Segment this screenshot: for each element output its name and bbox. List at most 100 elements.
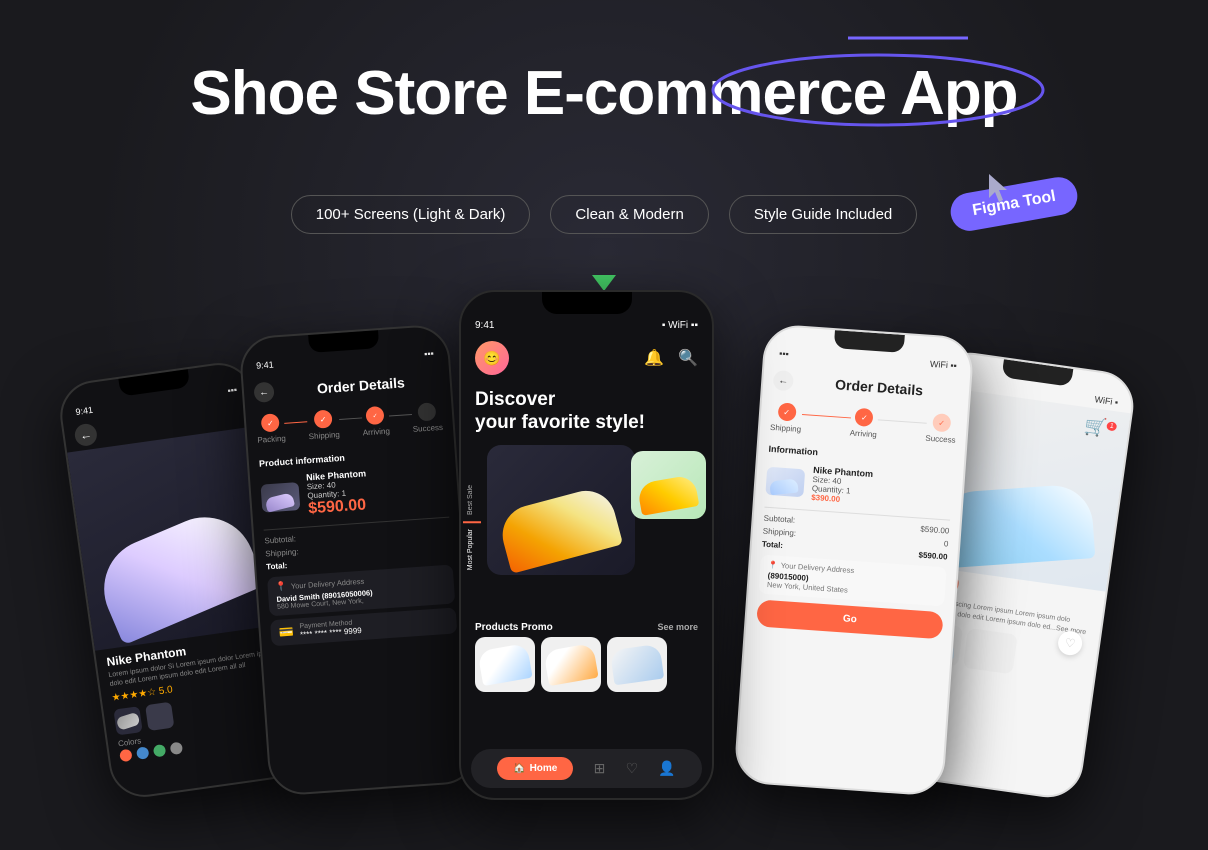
promo-shoe-graphic-2 [543, 643, 598, 686]
header-icons: 🔔 🔍 [644, 348, 698, 368]
home-label: Home [530, 763, 558, 774]
total-label: Total: [266, 561, 288, 571]
promo-title: Products Promo [475, 622, 553, 633]
step-dot: ✓ [314, 410, 333, 429]
step-shipping: ✓ Shipping [307, 409, 340, 441]
signal-icons: ▪▪▪ [227, 384, 238, 395]
step-connector [878, 419, 927, 423]
phones-container: 9:41 ▪▪▪ ← Nike Phantom Lorem ipsum dolo… [154, 290, 1054, 850]
shipping-value: 0 [944, 539, 949, 548]
signal-icons: ▪ WiFi ▪▪ [662, 320, 698, 331]
step-label: Success [412, 423, 443, 434]
promo-item-3[interactable] [607, 637, 667, 692]
color-gray[interactable] [170, 742, 184, 756]
see-more-link[interactable]: See more [657, 622, 698, 633]
color-blue[interactable] [136, 746, 150, 760]
promo-item-1[interactable] [475, 637, 535, 692]
phone-right: ▪▪▪ WiFi ▪▪ ← Order Details ✓ Shipping ✓… [733, 323, 975, 797]
battery: WiFi ▪ [1094, 394, 1119, 407]
categories-section: Best Sale Most Popular [461, 441, 712, 616]
hero-shoe-image [487, 445, 635, 575]
time: 9:41 [475, 320, 494, 331]
step-connector [285, 421, 308, 424]
step-label: Shipping [308, 430, 340, 441]
step-label: Packing [257, 434, 286, 445]
profile-icon[interactable]: 👤 [658, 760, 675, 777]
user-row: 😊 🔔 🔍 [461, 335, 712, 381]
hero-line1: Discover [475, 389, 698, 412]
subtotal-label: Subtotal: [763, 514, 795, 525]
step-connector [802, 414, 851, 418]
subtotal-value [450, 524, 451, 533]
time: 9:41 [256, 359, 274, 370]
size-thumb [113, 706, 142, 735]
header: Shoe Store E-commerce App [0, 60, 1208, 128]
step-shipping: ✓ Shipping [770, 402, 803, 434]
secondary-shoe-image [631, 451, 706, 519]
home-nav-button[interactable]: 🏠 Home [497, 757, 573, 780]
heart-icon: ♡ [1064, 635, 1077, 650]
shoe-graphic [496, 484, 623, 574]
secondary-shoe-graphic [637, 474, 700, 516]
hero-text: Discover your favorite style! [461, 381, 712, 441]
avatar: 😊 [475, 341, 509, 375]
title-accent-line [848, 35, 968, 41]
badge-clean: Clean & Modern [550, 195, 708, 234]
step-arriving: ✓ Arriving [361, 406, 390, 438]
step-label: Shipping [770, 423, 802, 434]
category-most-popular[interactable]: Most Popular [463, 521, 481, 576]
total-label: Total: [762, 540, 784, 550]
color-orange[interactable] [119, 749, 133, 763]
shoe-graphic [769, 478, 798, 495]
subtotal-label: Subtotal: [264, 534, 296, 545]
badge-style: Style Guide Included [729, 195, 917, 234]
variant-2[interactable] [963, 627, 1018, 674]
step-arriving: ✓ Arriving [849, 407, 878, 439]
back-button[interactable]: ← [253, 382, 274, 403]
subtotal-value: $590.00 [920, 525, 949, 536]
product-price: $590.00 [308, 496, 369, 518]
promo-shoe-graphic-3 [610, 643, 664, 685]
bottom-nav: 🏠 Home ⊞ ♡ 👤 [471, 749, 702, 788]
step-success: ✓ Success [925, 413, 957, 445]
down-arrow [592, 275, 616, 291]
step-dot [417, 402, 436, 421]
signal-icons: ▪▪▪ [424, 348, 434, 359]
back-button[interactable]: ← [773, 370, 794, 391]
step-label: Arriving [849, 428, 877, 439]
step-connector [389, 413, 412, 416]
step-connector [339, 417, 362, 420]
step-success: Success [411, 402, 443, 434]
category-best-sale[interactable]: Best Sale [463, 479, 481, 521]
go-button[interactable]: Go [756, 599, 943, 639]
step-dot: ✓ [777, 402, 796, 421]
step-dot: ✓ [932, 413, 951, 432]
address-section: 📍 Your Delivery Address (89015000) New Y… [758, 555, 946, 607]
step-label: Arriving [362, 427, 390, 438]
total-value: $590.00 [918, 551, 947, 562]
products-promo-header: Products Promo See more [461, 616, 712, 637]
step-dot: ✓ [366, 406, 385, 425]
status-bar: 9:41 ▪ WiFi ▪▪ [461, 314, 712, 335]
phone-center: 9:41 ▪ WiFi ▪▪ 😊 🔔 🔍 Discover your favor… [459, 290, 714, 800]
location-icon: 📍 [768, 560, 778, 570]
grid-icon[interactable]: ⊞ [594, 760, 606, 777]
badge-screens: 100+ Screens (Light & Dark) [291, 195, 531, 234]
shipping-value [451, 537, 452, 546]
heart-icon[interactable]: ♡ [626, 760, 639, 777]
card-icon: 💳 [278, 625, 294, 640]
phone-left: 9:41 ▪▪▪ ← Order Details ✓ Packing ✓ Shi… [238, 323, 480, 797]
search-icon[interactable]: 🔍 [678, 348, 698, 368]
cart-icon[interactable]: 🛒1 [1083, 415, 1118, 440]
title-oval [708, 50, 1048, 130]
promo-item-2[interactable] [541, 637, 601, 692]
total-value [451, 550, 452, 559]
signal: ▪▪▪ [779, 348, 789, 359]
step-dot: ✓ [261, 413, 280, 432]
battery: WiFi ▪▪ [930, 359, 958, 371]
color-green[interactable] [153, 744, 167, 758]
back-button[interactable]: ← [73, 422, 98, 447]
hero-image-area [483, 441, 712, 616]
bell-icon[interactable]: 🔔 [644, 348, 664, 368]
notch [542, 292, 632, 314]
